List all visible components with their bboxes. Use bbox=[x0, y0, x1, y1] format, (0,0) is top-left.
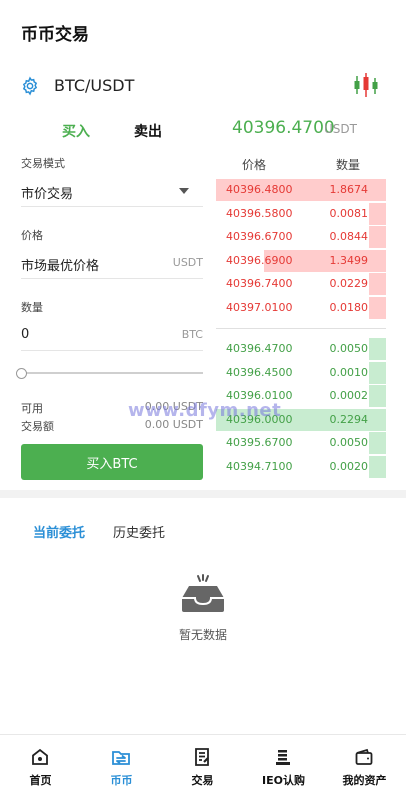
ask-depth-bar bbox=[369, 273, 386, 295]
ask-price: 40397.0100 bbox=[226, 300, 293, 314]
bid-row[interactable]: 40395.6700 0.0050 bbox=[216, 432, 386, 454]
nav-home[interactable]: 首页 bbox=[0, 735, 81, 796]
percent-slider-track[interactable] bbox=[25, 372, 203, 374]
ask-qty: 1.3499 bbox=[329, 253, 369, 267]
ask-depth-bar bbox=[369, 202, 386, 225]
bid-price: 40396.4500 bbox=[226, 365, 293, 379]
nav-spot[interactable]: 币币 bbox=[81, 735, 162, 796]
ask-qty: 0.0844 bbox=[329, 230, 369, 243]
bid-qty: 0.0050 bbox=[329, 436, 369, 449]
nav-label: 交易 bbox=[191, 774, 214, 787]
folder-swap-icon bbox=[112, 751, 130, 765]
pair-bar: BTC/USDT bbox=[0, 62, 406, 112]
price-label: 价格 bbox=[21, 229, 43, 242]
nav-ieo[interactable]: IEO认购 bbox=[243, 735, 324, 796]
nav-label: IEO认购 bbox=[262, 774, 305, 787]
buy-btc-button[interactable]: 买入BTC bbox=[21, 444, 203, 480]
divider bbox=[21, 206, 203, 207]
bid-price: 40394.7100 bbox=[226, 459, 293, 473]
divider bbox=[21, 350, 203, 351]
orderbook-price-header: 价格 bbox=[242, 158, 267, 172]
last-price-unit: USDT bbox=[324, 122, 357, 136]
ask-row[interactable]: 40396.6700 0.0844 bbox=[216, 226, 386, 248]
page-title: 币币交易 bbox=[21, 25, 89, 45]
available-label: 可用 bbox=[21, 402, 43, 415]
bid-depth-bar bbox=[369, 361, 386, 384]
bid-qty: 0.0010 bbox=[329, 365, 369, 379]
ask-row[interactable]: 40396.5800 0.0081 bbox=[216, 202, 386, 225]
tab-sell[interactable]: 卖出 bbox=[134, 121, 162, 141]
wallet-icon bbox=[355, 748, 373, 765]
qty-label: 数量 bbox=[21, 301, 43, 314]
amount-label: 交易额 bbox=[21, 420, 54, 433]
ask-depth-bar bbox=[369, 226, 386, 248]
home-icon bbox=[32, 748, 48, 765]
mode-label: 交易模式 bbox=[21, 157, 65, 170]
tab-order-history[interactable]: 历史委托 bbox=[113, 522, 165, 541]
bid-qty: 0.0002 bbox=[329, 389, 369, 402]
bid-price: 40396.4700 bbox=[226, 342, 293, 355]
orders-tabs: 当前委托 历史委托 bbox=[0, 514, 406, 546]
ask-depth-bar bbox=[369, 296, 386, 319]
bid-row[interactable]: 40396.4700 0.0050 bbox=[216, 338, 386, 360]
ask-qty: 0.0229 bbox=[329, 277, 369, 290]
ask-price: 40396.6900 bbox=[226, 253, 293, 267]
nav-label: 我的资产 bbox=[342, 774, 387, 787]
candlestick-chart-icon[interactable] bbox=[352, 72, 380, 98]
ask-price: 40396.5800 bbox=[226, 206, 293, 220]
percent-slider-handle[interactable] bbox=[16, 368, 27, 379]
nav-label: 首页 bbox=[29, 774, 52, 787]
divider bbox=[216, 328, 386, 329]
nav-assets[interactable]: 我的资产 bbox=[324, 735, 405, 796]
ask-row[interactable]: 40396.7400 0.0229 bbox=[216, 273, 386, 295]
bid-qty: 0.0050 bbox=[329, 342, 369, 355]
empty-inbox-icon bbox=[182, 574, 224, 612]
ask-price: 40396.7400 bbox=[226, 277, 293, 290]
qty-unit: BTC bbox=[181, 328, 203, 341]
tab-buy[interactable]: 买入 bbox=[62, 121, 90, 141]
coin-stack-icon bbox=[276, 750, 290, 765]
ask-qty: 0.0081 bbox=[329, 206, 369, 220]
header: 币币交易 bbox=[0, 0, 406, 62]
bid-qty: 0.2294 bbox=[329, 412, 369, 426]
bid-depth-bar bbox=[369, 338, 386, 360]
trade-tabs-row: 买入 卖出 40396.4700 USDT bbox=[0, 112, 406, 148]
nav-trade[interactable]: 交易 bbox=[162, 735, 243, 796]
last-price: 40396.4700 bbox=[232, 118, 335, 138]
bid-qty: 0.0020 bbox=[329, 459, 369, 473]
bottom-nav: 首页 币币 交易 IEO认购 我的资产 bbox=[0, 734, 406, 796]
bid-depth-bar bbox=[369, 455, 386, 478]
ask-price: 40396.6700 bbox=[226, 230, 293, 243]
bid-depth-bar bbox=[369, 432, 386, 454]
mode-select[interactable]: 市价交易 bbox=[21, 183, 73, 202]
trade-doc-icon bbox=[195, 748, 209, 766]
section-divider bbox=[0, 490, 406, 498]
ask-qty: 1.8674 bbox=[329, 183, 369, 196]
tab-current-orders[interactable]: 当前委托 bbox=[33, 522, 85, 541]
empty-state-text: 暂无数据 bbox=[178, 628, 227, 642]
bid-depth-bar bbox=[369, 385, 386, 407]
ask-price: 40396.4800 bbox=[226, 183, 293, 196]
bid-price: 40395.6700 bbox=[226, 436, 293, 449]
ask-row[interactable]: 40396.6900 1.3499 bbox=[216, 249, 386, 272]
bid-row[interactable]: 40394.7100 0.0020 bbox=[216, 455, 386, 478]
price-unit: USDT bbox=[172, 256, 203, 269]
ask-row[interactable]: 40396.4800 1.8674 bbox=[216, 179, 386, 201]
ask-row[interactable]: 40397.0100 0.0180 bbox=[216, 296, 386, 319]
watermark: www.dfym.net bbox=[128, 400, 282, 421]
pair-name[interactable]: BTC/USDT bbox=[54, 76, 134, 95]
ask-qty: 0.0180 bbox=[329, 300, 369, 314]
orderbook-qty-header: 数量 bbox=[335, 158, 360, 172]
nav-label: 币币 bbox=[110, 774, 133, 787]
bid-row[interactable]: 40396.4500 0.0010 bbox=[216, 361, 386, 384]
qty-input[interactable]: 0 bbox=[21, 327, 29, 342]
divider bbox=[21, 278, 203, 279]
price-input[interactable]: 市场最优价格 bbox=[21, 255, 99, 274]
gear-icon[interactable] bbox=[20, 76, 40, 96]
chevron-down-icon[interactable] bbox=[179, 188, 189, 194]
